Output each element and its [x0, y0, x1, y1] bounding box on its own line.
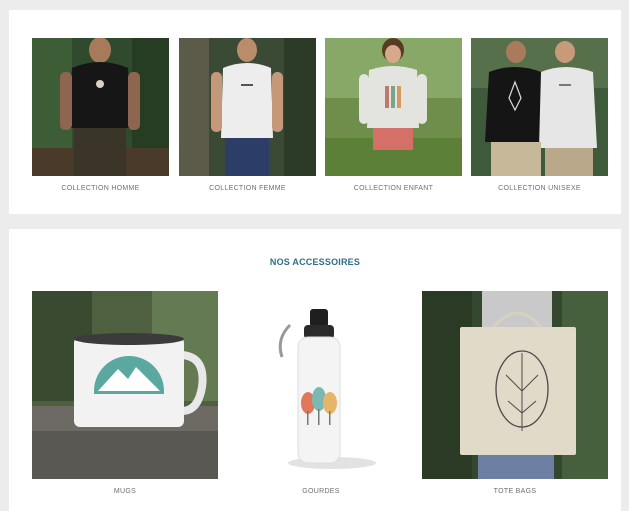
- collection-homme-card[interactable]: COLLECTION HOMME: [32, 38, 169, 198]
- collection-unisexe-card[interactable]: COLLECTION UNISEXE: [471, 38, 608, 198]
- collection-homme-label: COLLECTION HOMME: [61, 185, 140, 192]
- accessories-section: NOS ACCESSOIRES MUGS GOURDES TOTE BAGS: [9, 229, 621, 511]
- accessories-title: NOS ACCESSOIRES: [269, 257, 361, 267]
- accessory-mugs-card[interactable]: MUGS: [32, 291, 218, 501]
- collection-unisexe-image: [471, 38, 608, 176]
- collection-unisexe-label: COLLECTION UNISEXE: [498, 185, 581, 192]
- accessory-gourdes-label: GOURDES: [302, 488, 340, 495]
- accessory-tote-bags-image: [422, 291, 608, 479]
- accessory-gourdes-card[interactable]: GOURDES: [228, 291, 414, 501]
- accessory-tote-bags-card[interactable]: TOTE BAGS: [422, 291, 608, 501]
- collection-enfant-card[interactable]: COLLECTION ENFANT: [325, 38, 462, 198]
- collection-femme-image: [179, 38, 316, 176]
- collection-homme-image: [32, 38, 169, 176]
- accessory-tote-bags-label: TOTE BAGS: [493, 488, 537, 495]
- collection-enfant-label: COLLECTION ENFANT: [353, 185, 434, 192]
- collections-section: COLLECTION HOMME COLLECTION FEMME COLLEC…: [9, 10, 621, 214]
- collection-femme-card[interactable]: COLLECTION FEMME: [179, 38, 316, 198]
- accessory-mugs-label: MUGS: [113, 488, 137, 495]
- collection-enfant-image: [325, 38, 462, 176]
- collection-femme-label: COLLECTION FEMME: [209, 185, 286, 192]
- accessory-mugs-image: [32, 291, 218, 479]
- accessory-gourdes-image: [228, 291, 414, 479]
